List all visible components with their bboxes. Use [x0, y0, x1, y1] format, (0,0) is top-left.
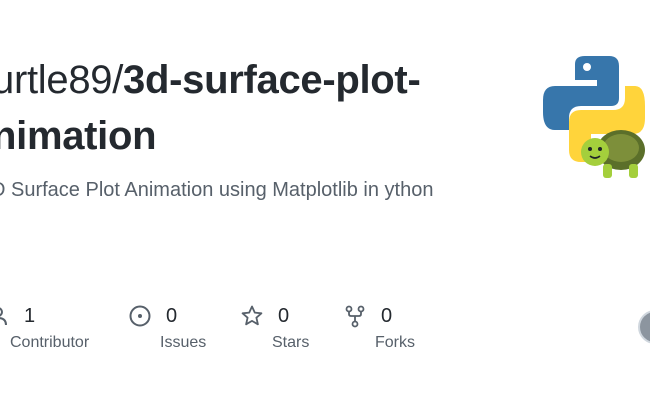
repo-name-line1[interactable]: 3d-surface-plot-: [123, 58, 421, 102]
stat-contributors[interactable]: 1 Contributor: [0, 300, 89, 352]
people-icon: [0, 307, 7, 326]
stars-label: Stars: [272, 334, 310, 351]
repo-description: D Surface Plot Animation using Matplotli…: [0, 179, 434, 201]
repo-title[interactable]: urtle89/3d-surface-plot- nimation: [0, 52, 492, 164]
stat-stars[interactable]: 0 Stars: [240, 300, 309, 352]
forks-label: Forks: [375, 334, 415, 351]
repo-stats: 1 Contributor 0 Issues 0 Stars 0 Forks: [0, 300, 650, 360]
stars-count: 0: [278, 304, 290, 327]
fork-icon: [345, 305, 365, 328]
issues-count: 0: [166, 304, 178, 327]
issue-icon: [129, 305, 151, 327]
python-turtle-logo: [543, 56, 645, 178]
forks-count: 0: [381, 304, 393, 327]
repo-name-line2[interactable]: nimation: [0, 114, 157, 158]
repo-social-card: urtle89/3d-surface-plot- nimation D Surf…: [0, 0, 650, 400]
contributors-label: Contributor: [10, 334, 90, 351]
stat-issues[interactable]: 0 Issues: [128, 300, 206, 352]
stat-forks[interactable]: 0 Forks: [343, 300, 415, 352]
contributors-count: 1: [24, 304, 36, 327]
issues-label: Issues: [160, 334, 207, 351]
repo-owner[interactable]: urtle89/: [0, 58, 123, 102]
star-icon: [241, 305, 263, 326]
